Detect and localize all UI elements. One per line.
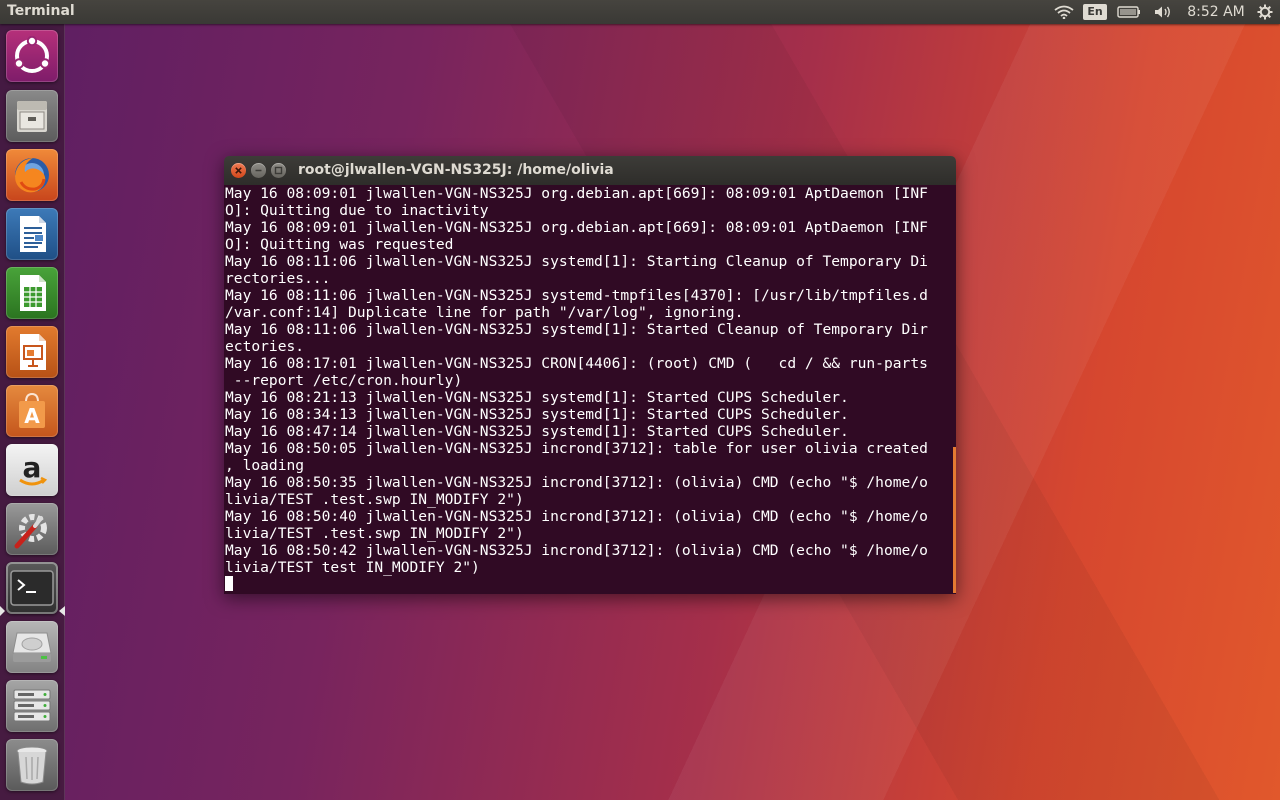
window-title: root@jlwallen-VGN-NS325J: /home/olivia <box>298 162 614 178</box>
terminal-icon <box>10 570 54 606</box>
terminal-line: May 16 08:17:01 jlwallen-VGN-NS325J CRON… <box>225 355 928 372</box>
close-icon <box>235 167 242 174</box>
system-settings-button[interactable] <box>6 503 58 555</box>
libreoffice-calc-button[interactable] <box>6 267 58 319</box>
volume-icon[interactable] <box>1152 0 1174 24</box>
svg-text:A: A <box>24 404 40 428</box>
close-button[interactable] <box>231 163 246 178</box>
terminal-line: O]: Quitting due to inactivity <box>225 202 489 219</box>
terminal-body[interactable]: May 16 08:09:01 jlwallen-VGN-NS325J org.… <box>224 185 956 594</box>
trash-icon <box>16 746 48 785</box>
maximize-icon <box>274 166 283 175</box>
libreoffice-impress-button[interactable] <box>6 326 58 378</box>
text-cursor <box>225 576 233 591</box>
terminal-line: livia/TEST .test.swp IN_MODIFY 2") <box>225 525 524 542</box>
scroll-position-indicator[interactable] <box>953 447 956 593</box>
ubuntu-software-button[interactable]: A <box>6 385 58 437</box>
calc-spreadsheet-icon <box>20 275 46 311</box>
top-panel: Terminal En 8:52 AM <box>0 0 1280 24</box>
launcher: A a <box>0 24 65 800</box>
clock[interactable]: 8:52 AM <box>1186 0 1246 24</box>
terminal-line: May 16 08:50:05 jlwallen-VGN-NS325J incr… <box>225 440 928 457</box>
maximize-button[interactable] <box>271 163 286 178</box>
libreoffice-writer-button[interactable] <box>6 208 58 260</box>
terminal-line: livia/TEST test IN_MODIFY 2") <box>225 559 480 576</box>
minimize-icon <box>255 169 262 172</box>
files-button[interactable] <box>6 90 58 142</box>
terminal-line: May 16 08:09:01 jlwallen-VGN-NS325J org.… <box>225 219 928 236</box>
terminal-line: May 16 08:50:35 jlwallen-VGN-NS325J incr… <box>225 474 928 491</box>
keyboard-layout-badge: En <box>1083 4 1107 20</box>
svg-text:a: a <box>23 451 42 484</box>
network-servers-button[interactable] <box>6 680 58 732</box>
wifi-icon[interactable] <box>1052 0 1076 24</box>
terminal-line: , loading <box>225 457 305 474</box>
ubuntu-logo-icon <box>13 36 51 73</box>
terminal-line: May 16 08:50:42 jlwallen-VGN-NS325J incr… <box>225 542 928 559</box>
disk-drive-button[interactable] <box>6 621 58 673</box>
terminal-line: May 16 08:11:06 jlwallen-VGN-NS325J syst… <box>225 253 928 270</box>
terminal-button[interactable] <box>6 562 58 614</box>
terminal-line: May 16 08:47:14 jlwallen-VGN-NS325J syst… <box>225 423 849 440</box>
hard-drive-icon <box>12 632 52 662</box>
keyboard-layout-indicator[interactable]: En <box>1083 0 1107 24</box>
terminal-line: --report /etc/cron.hourly) <box>225 372 463 389</box>
settings-wrench-icon <box>14 514 47 549</box>
trash-button[interactable] <box>6 739 58 791</box>
terminal-line: ectories. <box>225 338 305 355</box>
terminal-prompt-line[interactable] <box>225 576 928 593</box>
file-cabinet-icon <box>17 101 47 132</box>
minimize-button[interactable] <box>251 163 266 178</box>
server-rack-icon <box>13 689 51 722</box>
active-app-title: Terminal <box>7 3 75 19</box>
terminal-line: May 16 08:50:40 jlwallen-VGN-NS325J incr… <box>225 508 928 525</box>
terminal-line: May 16 08:34:13 jlwallen-VGN-NS325J syst… <box>225 406 849 423</box>
terminal-line: May 16 08:11:06 jlwallen-VGN-NS325J syst… <box>225 287 928 304</box>
terminal-line: May 16 08:11:06 jlwallen-VGN-NS325J syst… <box>225 321 928 338</box>
clock-text: 8:52 AM <box>1187 4 1245 20</box>
firefox-icon <box>15 158 49 193</box>
system-gear-icon[interactable] <box>1254 0 1276 24</box>
battery-icon[interactable] <box>1116 0 1142 24</box>
terminal-window[interactable]: root@jlwallen-VGN-NS325J: /home/olivia M… <box>224 156 956 594</box>
terminal-line: rectories... <box>225 270 331 287</box>
dash-home-button[interactable] <box>6 30 58 82</box>
terminal-line: May 16 08:09:01 jlwallen-VGN-NS325J org.… <box>225 185 928 202</box>
terminal-line: livia/TEST .test.swp IN_MODIFY 2") <box>225 491 524 508</box>
terminal-output[interactable]: May 16 08:09:01 jlwallen-VGN-NS325J org.… <box>225 185 928 593</box>
amazon-icon: a <box>19 451 48 486</box>
impress-presentation-icon <box>20 334 46 370</box>
terminal-line: May 16 08:21:13 jlwallen-VGN-NS325J syst… <box>225 389 849 406</box>
amazon-button[interactable]: a <box>6 444 58 496</box>
terminal-line: /var.conf:14] Duplicate line for path "/… <box>225 304 744 321</box>
running-indicator <box>0 606 5 616</box>
window-titlebar[interactable]: root@jlwallen-VGN-NS325J: /home/olivia <box>224 156 956 186</box>
writer-document-icon <box>20 216 46 252</box>
focused-indicator <box>59 606 65 616</box>
terminal-line: O]: Quitting was requested <box>225 236 454 253</box>
shopping-bag-icon: A <box>19 392 45 428</box>
firefox-button[interactable] <box>6 149 58 201</box>
